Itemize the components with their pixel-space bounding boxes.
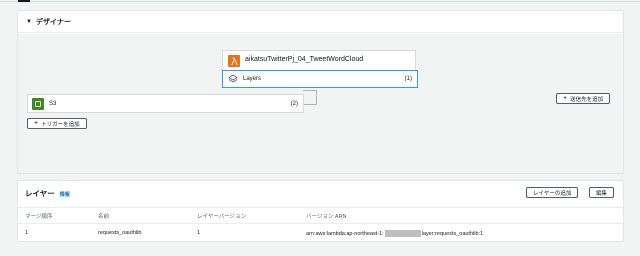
plus-icon: + (563, 95, 568, 102)
layers-icon (228, 74, 238, 83)
divider (18, 207, 623, 208)
cell-version-arn: arn:aws:lambda:ap-northeast-1: layer:requ… (306, 230, 483, 237)
layers-panel: レイヤー 情報 レイヤーの追加 編集 マージ順序 名前 レイヤーバージョン バー… (17, 180, 624, 242)
function-name: aikatsuTwitterPj_04_TweetWordCloud (245, 56, 364, 63)
cell-merge-order: 1 (25, 230, 29, 236)
cell-layer-name: requests_oauthlib (98, 230, 142, 236)
caret-down-icon[interactable]: ▼ (26, 19, 32, 25)
add-destination-label: 送信先を追加 (570, 96, 604, 103)
column-header-version-arn: バージョン ARN (306, 214, 347, 220)
edit-button[interactable]: 編集 (589, 187, 615, 198)
connector-line (316, 90, 317, 104)
plus-icon: + (34, 120, 39, 127)
layers-count: (1) (404, 76, 412, 82)
trigger-name: S3 (49, 100, 57, 107)
cell-layer-version: 1 (197, 230, 201, 236)
add-trigger-label: トリガーを追加 (41, 121, 80, 128)
column-header-name: 名前 (98, 214, 110, 220)
add-trigger-button[interactable]: + トリガーを追加 (27, 118, 87, 129)
divider (18, 223, 623, 224)
column-header-layer-version: レイヤーバージョン (197, 214, 247, 220)
active-tab-indicator (18, 0, 30, 2)
info-link[interactable]: 情報 (60, 191, 70, 198)
designer-header[interactable]: ▼ デザイナー (18, 11, 623, 33)
layers-title: レイヤー (25, 189, 55, 198)
add-layer-button[interactable]: レイヤーの追加 (526, 187, 579, 198)
arn-suffix: layer:requests_oauthlib:1 (421, 230, 484, 237)
designer-panel: ▼ デザイナー aikatsuTwitterPj_04_TweetWordClo… (17, 10, 624, 174)
redacted-account-id (384, 230, 421, 237)
s3-bucket-icon (32, 97, 44, 110)
add-destination-button[interactable]: + 送信先を追加 (556, 93, 611, 104)
top-border (0, 1, 640, 2)
trigger-count: (2) (290, 100, 298, 107)
lambda-icon (228, 55, 240, 67)
designer-canvas: aikatsuTwitterPj_04_TweetWordCloud Layer… (18, 34, 623, 173)
designer-title: デザイナー (35, 18, 71, 26)
connector-line (303, 104, 317, 105)
arn-prefix: arn:aws:lambda:ap-northeast-1: (306, 230, 384, 237)
connector-line (303, 90, 317, 91)
layers-node[interactable]: Layers (1) (222, 70, 418, 88)
column-header-merge-order: マージ順序 (25, 214, 53, 220)
trigger-s3-node[interactable]: S3 (2) (27, 94, 304, 113)
layers-header: レイヤー 情報 (25, 188, 70, 199)
layers-label: Layers (243, 76, 262, 82)
